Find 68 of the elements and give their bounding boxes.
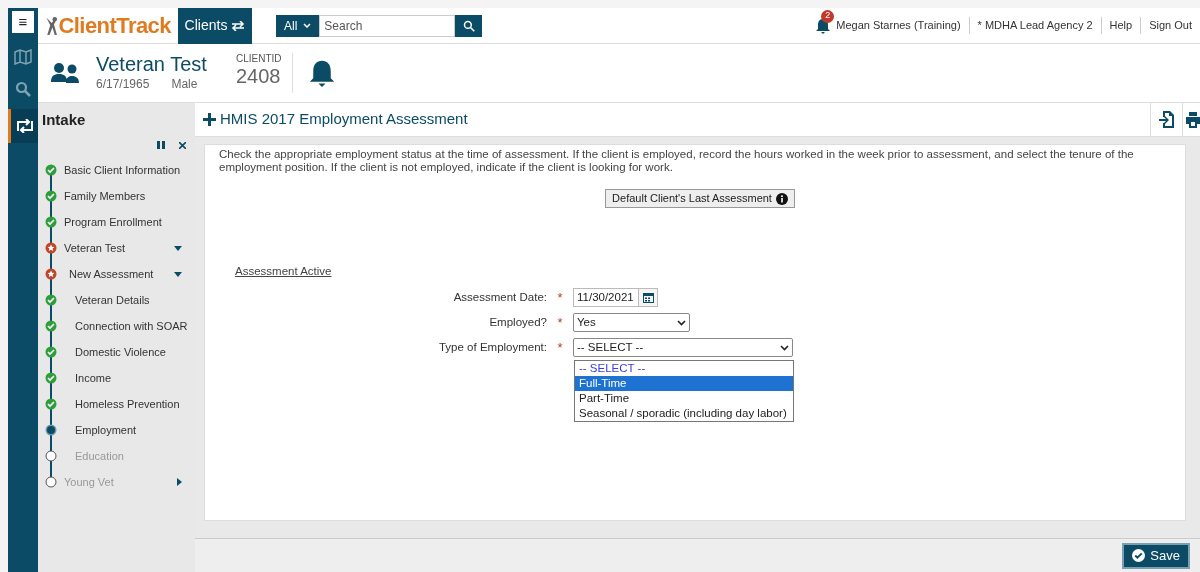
info-icon — [775, 192, 788, 205]
client-name: Veteran Test — [96, 53, 208, 75]
sidebar-title: Intake — [42, 109, 86, 130]
search-button[interactable] — [455, 14, 483, 37]
close-icon[interactable] — [179, 141, 186, 149]
bell-icon[interactable] — [308, 59, 335, 87]
step-link[interactable]: Basic Client Information — [64, 161, 181, 179]
client-dob: 6/17/1965 — [96, 76, 150, 93]
dropdown-option[interactable]: Full-Time — [575, 376, 793, 391]
field-label: Type of Employment: — [437, 339, 547, 355]
calendar-icon — [642, 292, 654, 303]
export-icon[interactable] — [1159, 111, 1174, 128]
caret-down-icon[interactable] — [174, 271, 182, 277]
page-title: HMIS 2017 Employment Assessment — [220, 109, 468, 130]
caret-right-icon[interactable] — [177, 478, 182, 486]
step-link[interactable]: Veteran Test — [64, 239, 125, 257]
date-field[interactable]: 11/30/2021 — [573, 288, 639, 307]
dropdown-option[interactable]: Part-Time — [575, 391, 793, 406]
print-icon[interactable] — [1186, 111, 1200, 128]
logo: ClientTrack — [58, 12, 171, 40]
check-circle-icon — [1132, 549, 1146, 562]
caret-down-icon[interactable] — [174, 245, 182, 251]
step-link[interactable]: Homeless Prevention — [75, 395, 180, 413]
search-icon — [462, 19, 475, 32]
step-link[interactable]: Program Enrollment — [64, 213, 162, 231]
header-link[interactable]: Sign Out — [1141, 17, 1192, 34]
user-name-link[interactable]: Megan Starnes (Training) — [836, 17, 970, 34]
map-icon[interactable] — [14, 49, 32, 65]
header-link[interactable]: Help — [1101, 17, 1142, 34]
section-heading: Assessment Active — [235, 265, 332, 277]
default-assessment-button[interactable]: Default Client's Last Assessment — [605, 189, 795, 208]
step-link[interactable]: Family Members — [64, 187, 146, 205]
pause-icon[interactable] — [157, 141, 165, 149]
step-link[interactable]: Income — [75, 369, 112, 387]
step-link[interactable]: New Assessment — [69, 265, 154, 283]
instructions-text: Check the appropriate employment status at the time of assessment. If the client is employed, record the hours worked in the week prior to assessment, and select the tenure of the employment position. If the client is not employed, indicate if the client is looking for work. — [219, 148, 1135, 174]
select-field[interactable]: -- SELECT -- — [573, 338, 793, 357]
agency-link[interactable]: * MDHA Lead Agency 2 — [969, 17, 1102, 34]
client-id-label: CLIENTID — [236, 53, 282, 65]
client-id: 2408 — [236, 65, 282, 87]
dropdown-option[interactable]: Seasonal / sporadic (including day labor) — [575, 406, 793, 421]
field-label: Assessment Date: — [452, 289, 547, 305]
save-button[interactable]: Save — [1122, 542, 1190, 569]
search-field[interactable]: Search — [319, 14, 456, 37]
notification-badge: 2 — [821, 9, 835, 23]
people-icon — [51, 62, 81, 84]
field-label: Employed? — [488, 314, 547, 330]
caret-icon — [303, 23, 312, 28]
step-link[interactable]: Connection with SOAR — [75, 317, 188, 335]
search-icon[interactable] — [15, 81, 31, 97]
search-scope-dropdown[interactable]: All — [276, 14, 320, 37]
swap-icon[interactable] — [14, 119, 35, 133]
swap-icon — [231, 20, 246, 31]
step-link[interactable]: Employment — [75, 421, 137, 439]
chevron-down-icon — [677, 319, 686, 326]
clients-tab[interactable]: Clients — [178, 7, 252, 44]
required-mark: * — [557, 339, 563, 355]
client-gender: Male — [171, 76, 198, 93]
plus-icon[interactable] — [203, 113, 216, 126]
required-mark: * — [557, 289, 563, 305]
chevron-down-icon — [780, 344, 789, 351]
step-link[interactable]: Domestic Violence — [75, 343, 166, 361]
required-mark: * — [557, 314, 563, 330]
select-field[interactable]: Yes — [573, 313, 690, 332]
menu-button[interactable]: ≡ — [12, 11, 34, 33]
calendar-button[interactable] — [639, 288, 658, 307]
step-link[interactable]: Veteran Details — [75, 291, 150, 309]
dropdown-option[interactable]: -- SELECT -- — [575, 361, 793, 376]
